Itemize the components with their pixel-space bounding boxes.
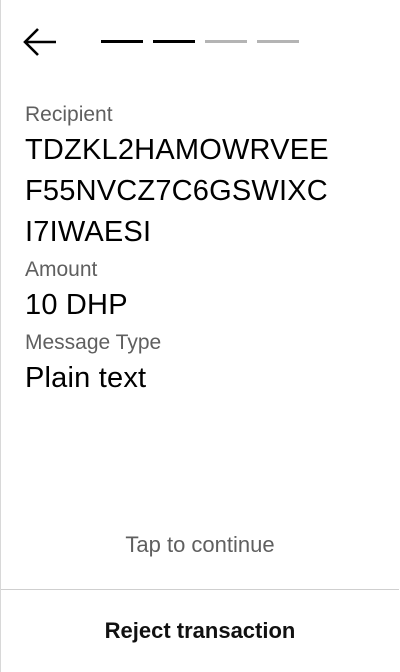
reject-transaction-button[interactable]: Reject transaction (1, 590, 399, 672)
progress-step-4 (257, 40, 299, 43)
progress-step-1 (101, 40, 143, 43)
recipient-label: Recipient (25, 103, 113, 126)
recipient-address-line-2: F55NVCZ7C6GSWIXC (25, 175, 328, 207)
recipient-address: TDZKL2HAMOWRVEE F55NVCZ7C6GSWIXC I7IWAES… (25, 130, 385, 253)
progress-step-2 (153, 40, 195, 43)
transaction-details: Recipient TDZKL2HAMOWRVEE F55NVCZ7C6GSWI… (25, 100, 385, 399)
progress-step-3 (205, 40, 247, 43)
recipient-address-line-1: TDZKL2HAMOWRVEE (25, 134, 329, 166)
message-type-label: Message Type (25, 331, 162, 354)
back-button[interactable] (23, 26, 63, 62)
arrow-left-icon (23, 27, 57, 62)
transaction-confirm-screen[interactable]: Recipient TDZKL2HAMOWRVEE F55NVCZ7C6GSWI… (0, 0, 399, 672)
message-type-value: Plain text (25, 362, 147, 394)
amount-label: Amount (25, 258, 98, 281)
recipient-address-line-3: I7IWAESI (25, 216, 152, 248)
progress-indicator (101, 40, 299, 43)
tap-to-continue-hint[interactable]: Tap to continue (1, 532, 399, 558)
amount-value: 10 DHP (25, 289, 128, 321)
